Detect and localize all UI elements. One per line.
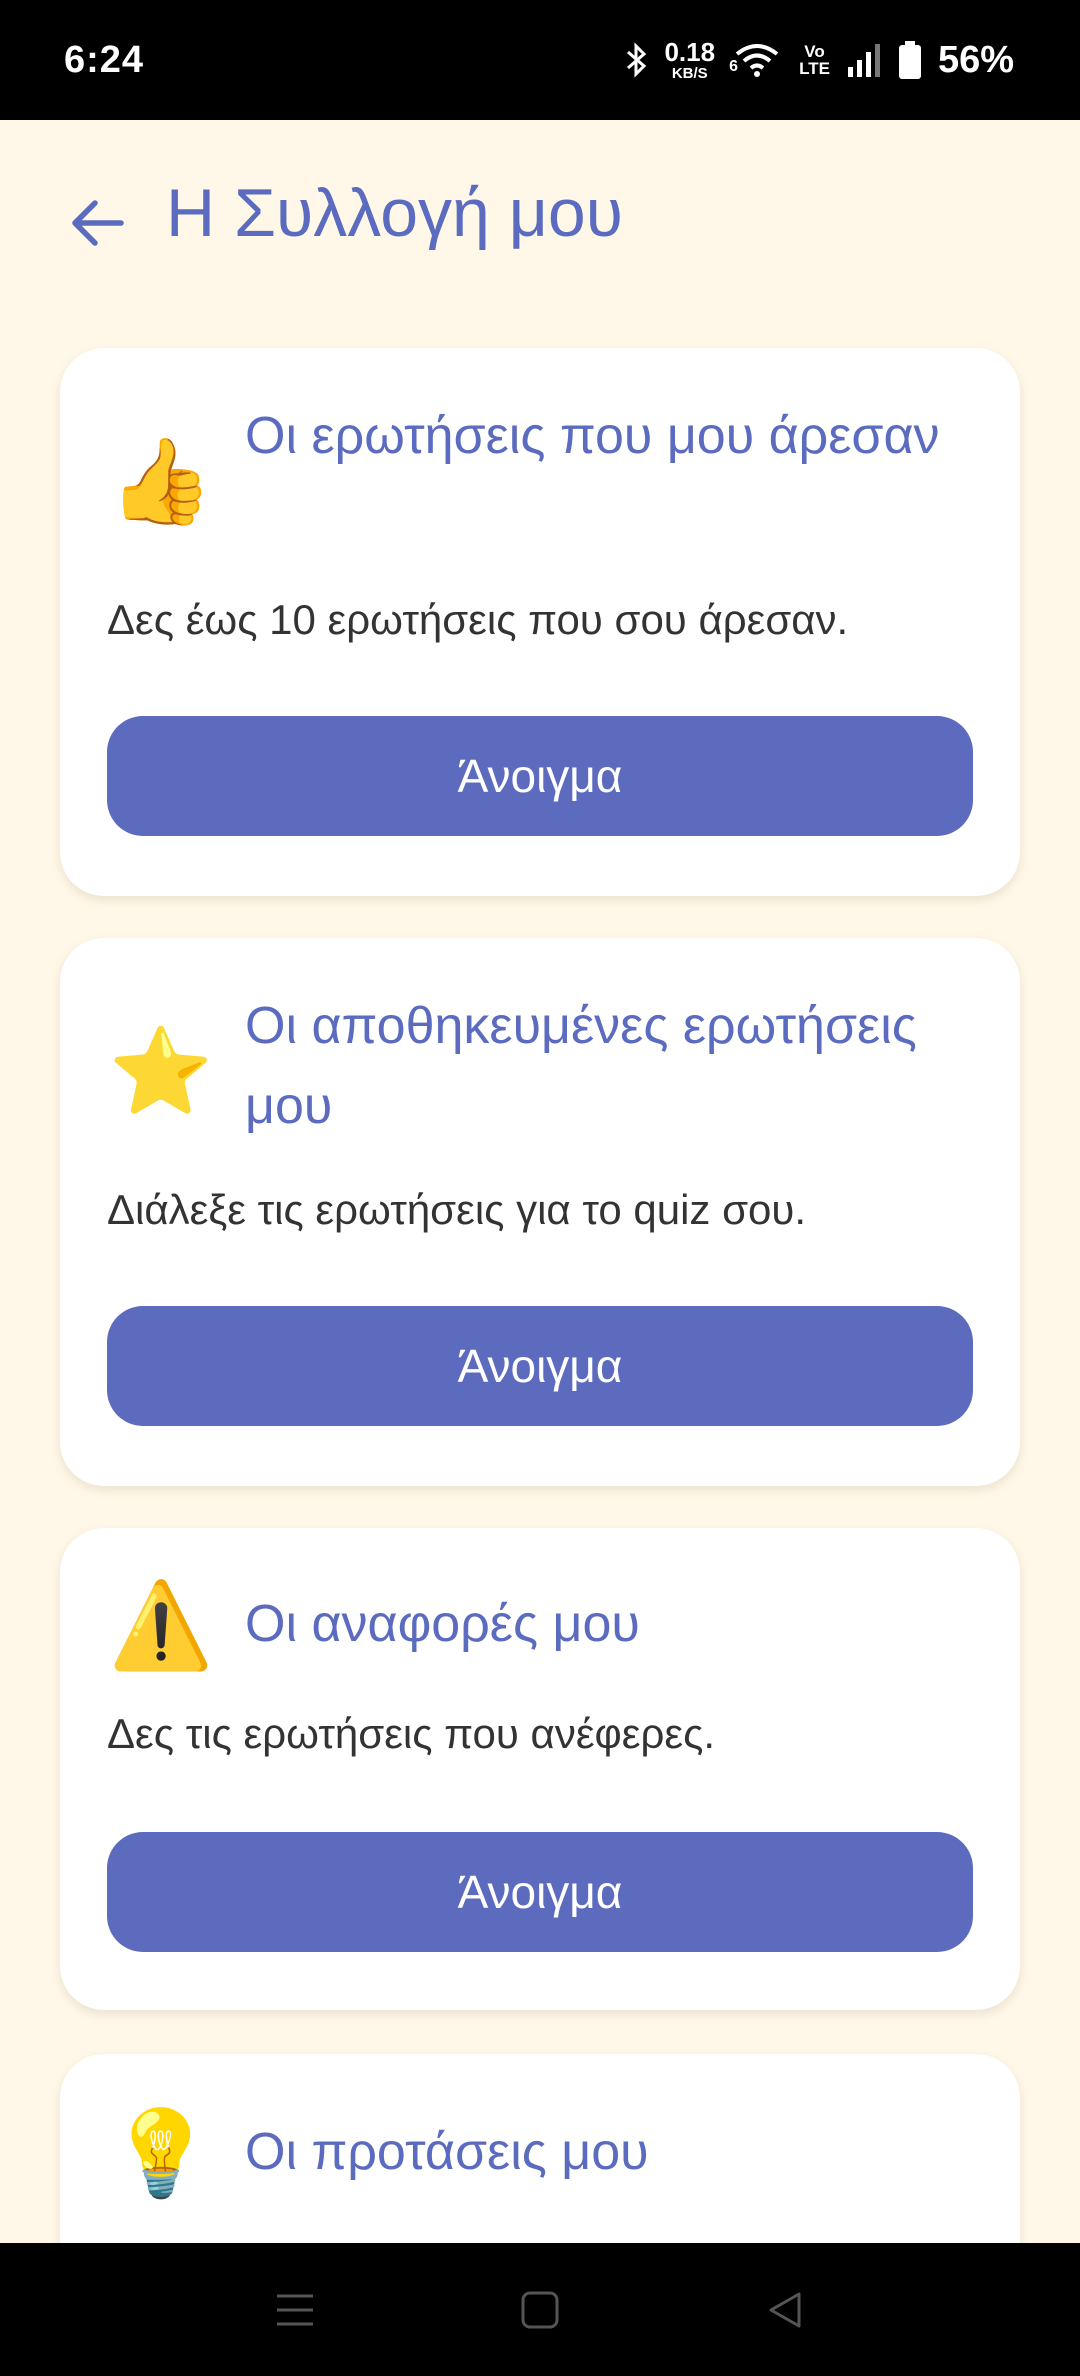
star-icon: ⭐ (108, 1022, 214, 1120)
page-header: Η Συλλογή μου (0, 120, 1080, 316)
menu-icon (277, 2294, 313, 2326)
card-description: Δες τις ερωτήσεις που ανέφερες. (107, 1710, 716, 1757)
navigation-bar (0, 2243, 1080, 2376)
open-liked-button[interactable]: Άνοιγμα (107, 716, 973, 836)
card-title: Οι αποθηκευμένες ερωτήσεις μου (245, 997, 917, 1135)
arrow-left-icon (72, 200, 124, 246)
page-title: Η Συλλογή μου (166, 175, 623, 251)
reports-card: ⚠️ Οι αναφορές μου Δες τις ερωτήσεις που… (60, 1528, 1020, 2010)
status-bar: 6:24 0.18 KB/S 6 Vo LTE 56% (0, 0, 1080, 120)
status-time: 6:24 (64, 38, 145, 81)
thumbs-up-icon: 👍 (108, 432, 214, 530)
open-saved-button[interactable]: Άνοιγμα (107, 1306, 973, 1426)
card-title: Οι αναφορές μου (245, 1595, 640, 1653)
status-icons: 0.18 KB/S 6 Vo LTE 56% (626, 39, 1014, 82)
card-description: Δες έως 10 ερωτήσεις που σου άρεσαν. (107, 596, 849, 643)
wifi-icon: 6 (729, 42, 783, 78)
home-button[interactable] (515, 2285, 565, 2335)
back-button[interactable] (58, 184, 136, 262)
wifi-label: 6 (729, 58, 738, 75)
battery-icon (898, 41, 922, 79)
card-description: Διάλεξε τις ερωτήσεις για το quiz σου. (107, 1186, 807, 1233)
open-reports-button[interactable]: Άνοιγμα (107, 1832, 973, 1952)
card-title: Οι ερωτήσεις που μου άρεσαν (245, 407, 940, 465)
light-bulb-icon: 💡 (108, 2104, 214, 2202)
bluetooth-icon (626, 42, 648, 78)
triangle-back-icon (769, 2292, 801, 2328)
square-icon (521, 2291, 559, 2329)
back-nav-button[interactable] (760, 2285, 810, 2335)
signal-icon (846, 43, 882, 77)
card-title: Οι προτάσεις μου (245, 2123, 649, 2181)
saved-questions-card: ⭐ Οι αποθηκευμένες ερωτήσεις μου Διάλεξε… (60, 938, 1020, 1486)
liked-questions-card: 👍 Οι ερωτήσεις που μου άρεσαν Δες έως 10… (60, 348, 1020, 896)
battery-percent: 56% (937, 38, 1014, 81)
recents-button[interactable] (270, 2285, 320, 2335)
network-speed: 0.18 KB/S (664, 37, 716, 82)
warning-icon: ⚠️ (108, 1576, 214, 1674)
volte-indicator: Vo LTE (799, 42, 830, 78)
